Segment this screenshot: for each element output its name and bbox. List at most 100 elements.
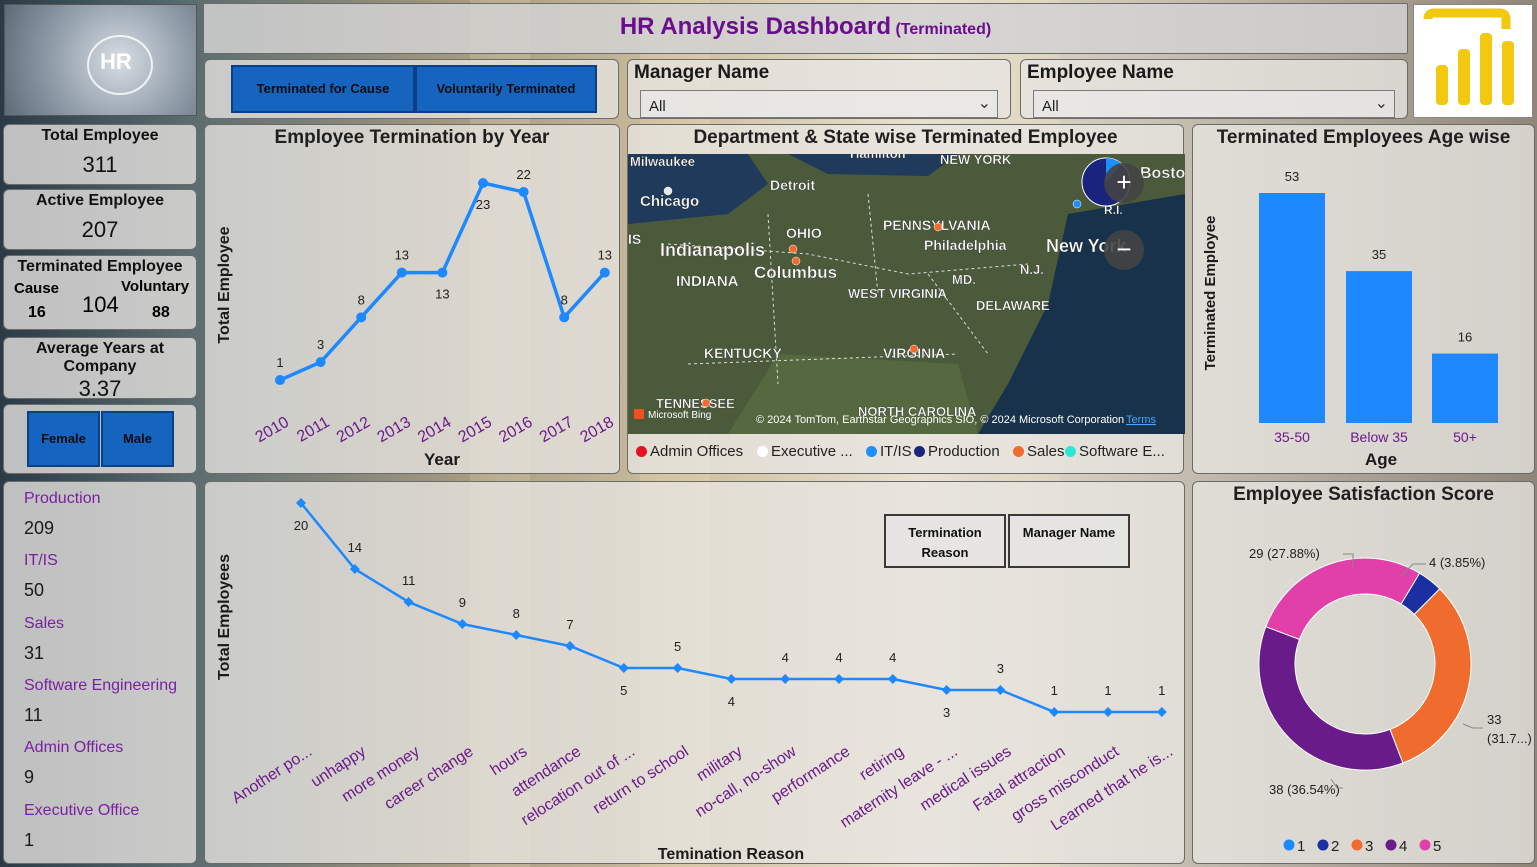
manager-name-button[interactable]: Manager Name (1008, 514, 1130, 568)
legend-label: Sales (1027, 443, 1065, 460)
x-tick-label: Below 35 (1350, 429, 1408, 445)
map-view[interactable]: Milwaukee Hamilton NEW YORK Boston Detroit Ch… (628, 154, 1185, 434)
legend-dot (1065, 446, 1076, 457)
total-employee-value: 311 (82, 152, 118, 177)
map-bubble (701, 398, 711, 408)
map-legend-item[interactable]: Software E... (1065, 443, 1165, 460)
legend-dot (914, 446, 925, 457)
data-point (887, 674, 898, 684)
donut-slice (1265, 557, 1421, 640)
data-label: 8 (513, 606, 520, 621)
data-label: 38 (36.54%) (1269, 782, 1340, 797)
x-tick-label: 2015 (456, 414, 495, 447)
data-label: 8 (358, 292, 365, 307)
hr-ring-icon (87, 35, 153, 95)
map-place-label: N.J. (1020, 262, 1044, 277)
data-label: 13 (395, 248, 409, 263)
male-button[interactable]: Male (101, 411, 174, 467)
manager-dropdown-value: All (649, 98, 666, 115)
terminated-employee-label: Terminated Employee (17, 258, 183, 275)
map-place-label: WEST VIRGINIA (848, 286, 948, 301)
map-place-label: OHIO (786, 225, 822, 241)
female-button[interactable]: Female (27, 411, 100, 467)
data-label: 4 (835, 650, 842, 665)
legend-label: IT/IS (880, 443, 912, 460)
x-tick-label: 2013 (374, 414, 413, 447)
data-point (995, 685, 1006, 695)
gender-slicer: Female Male (3, 404, 197, 474)
legend-label: 3 (1365, 838, 1373, 855)
map-legend-item[interactable]: Production (914, 443, 1000, 460)
bar (1259, 193, 1325, 423)
dept-name: Admin Offices (24, 739, 124, 756)
terminated-for-cause-button[interactable]: Terminated for Cause (231, 65, 415, 113)
hr-logo-image: HR (4, 4, 197, 116)
bing-label: Microsoft Bing (648, 410, 711, 421)
avg-years-label-1: Average Years at (35, 340, 165, 357)
data-label: 8 (561, 292, 568, 307)
data-label: 23 (476, 197, 490, 212)
x-tick-label: 2014 (415, 414, 454, 447)
map-legend-item[interactable]: Admin Offices (636, 443, 743, 460)
map-legend-item[interactable]: Sales (1013, 443, 1065, 460)
map-bubble (791, 256, 801, 266)
map-legend-item[interactable]: Executive ... (757, 443, 853, 460)
termination-reason-button-label: Termination Reason (908, 525, 982, 560)
employee-dropdown[interactable]: All ⌄ (1033, 90, 1395, 118)
termination-reason-button[interactable]: Termination Reason (884, 514, 1006, 568)
state-map-panel: Department & State wise Terminated Emplo… (627, 124, 1185, 474)
data-label: 1 (1104, 683, 1111, 698)
active-employee-label: Active Employee (35, 192, 165, 209)
legend-dot (757, 446, 768, 457)
data-point (457, 619, 468, 629)
map-legend-item[interactable]: IT/IS (866, 443, 912, 460)
legend-dot (636, 446, 647, 457)
terms-link[interactable]: Terms (1126, 414, 1156, 426)
data-point (1049, 707, 1060, 717)
legend-label: 2 (1331, 838, 1339, 855)
data-label: 9 (459, 595, 466, 610)
data-label: 3 (943, 705, 950, 720)
satisfaction-chart: Employee Satisfaction Score 4 (3.85%) 33(… (1192, 481, 1535, 864)
map-bubble (663, 186, 673, 196)
data-point (599, 267, 610, 278)
x-tick-label: medical issues (917, 743, 1014, 814)
voluntarily-terminated-button[interactable]: Voluntarily Terminated (415, 65, 597, 113)
data-point (834, 674, 844, 684)
legend-label: Admin Offices (650, 443, 744, 460)
y-axis-title: Terminated Employee (1202, 216, 1219, 371)
manager-dropdown[interactable]: All ⌄ (640, 90, 998, 118)
map-bubble (1072, 199, 1082, 209)
avg-years-value: 3.37 (78, 376, 122, 401)
legend-dot (1419, 839, 1431, 851)
legend-label: Executive ... (771, 443, 853, 460)
y-axis-title: Total Employees (216, 554, 233, 680)
manager-filter-label: Manager Name (634, 62, 770, 83)
x-tick-label: 2011 (294, 414, 332, 446)
legend-label: 4 (1399, 838, 1407, 855)
chevron-down-icon: ⌄ (1374, 95, 1388, 112)
manager-name-button-label: Manager Name (1022, 525, 1116, 540)
donut-slice (1389, 588, 1472, 764)
data-label: 1 (1051, 683, 1058, 698)
data-label: 7 (566, 617, 573, 632)
legend-dot (866, 446, 877, 457)
dept-value: 209 (24, 518, 55, 538)
terminated-employee-card: Terminated Employee Cause 16 104 Volunta… (3, 255, 197, 330)
map-legend: Admin Offices Executive ... IT/IS Productio… (636, 443, 1181, 465)
data-label: 33 (1487, 712, 1501, 727)
data-point (511, 630, 522, 640)
data-label: 3 (317, 337, 324, 352)
department-list: Production 209 IT/IS 50 Sales 31 Softwar… (3, 481, 197, 864)
donut-slice (1258, 626, 1404, 771)
dept-name: Sales (24, 615, 65, 632)
data-label: 13 (435, 287, 449, 302)
data-point (518, 186, 529, 197)
map-place-label: Indianapolis (660, 240, 765, 260)
data-point (618, 663, 629, 673)
data-label: 1 (1158, 683, 1165, 698)
x-tick-label: 2012 (334, 414, 373, 447)
employee-filter-label: Employee Name (1027, 62, 1174, 83)
data-point (478, 178, 488, 188)
data-point (1156, 707, 1167, 717)
